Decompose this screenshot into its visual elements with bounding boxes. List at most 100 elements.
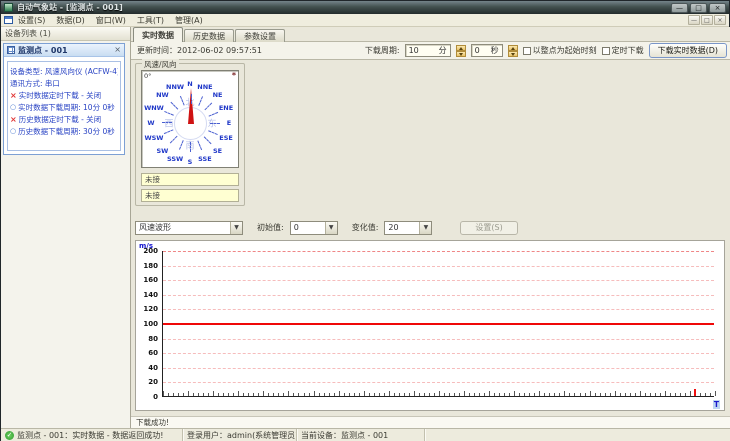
init-value-select[interactable]: 0 ▼ (289, 220, 338, 235)
x-tick (408, 393, 410, 396)
x-tick (459, 393, 461, 396)
compass-dash (210, 123, 220, 124)
timer-download-checkbox[interactable]: 定时下载 (601, 45, 644, 56)
y-tick-label: 160 (143, 276, 158, 285)
maximize-button[interactable]: □ (690, 2, 707, 13)
x-tick (373, 393, 375, 396)
compass-cn-west: 西 (164, 119, 174, 130)
chevron-down-icon[interactable]: ▼ (419, 221, 432, 234)
seconds-stepper[interactable] (507, 44, 518, 57)
device-panel-title[interactable]: 监测点 - 001 × (4, 44, 124, 57)
seconds-unit: 秒 (490, 46, 499, 55)
delta-value-select[interactable]: 20 ▼ (384, 220, 433, 235)
timer-download-checkbox-label: 定时下载 (611, 46, 644, 55)
x-tick (353, 393, 355, 396)
x-tick (589, 391, 591, 396)
x-tick (494, 393, 496, 396)
align-hour-checkbox[interactable]: 以整点为起始时刻 (522, 45, 597, 56)
minutes-down-icon[interactable] (455, 50, 466, 57)
minutes-field[interactable]: 10 分 (404, 44, 451, 57)
device-status-line: 设备类型: 风速风向仪 (ACFW-4) (10, 65, 118, 77)
compass-direction-label: WNW (144, 104, 164, 113)
mdi-child-icon[interactable] (4, 16, 13, 24)
tab[interactable]: 参数设置 (235, 29, 285, 42)
mdi-minimize-button[interactable]: — (688, 15, 700, 25)
x-tick (449, 393, 451, 396)
x-tick (619, 393, 621, 396)
x-tick (529, 393, 531, 396)
align-hour-checkbox-box[interactable] (522, 46, 531, 55)
x-tick (559, 393, 561, 396)
seconds-field[interactable]: 0 秒 (470, 44, 503, 57)
menu-items: 设置(S) 数据(D) 窗口(W) 工具(T) 管理(A) (18, 15, 688, 26)
set-button[interactable]: 设置(S) (460, 220, 518, 235)
chart-time-axis-marker: T (712, 400, 720, 409)
window-title: 自动气象站 - [监测点 - 001] (17, 3, 123, 12)
close-button[interactable]: × (709, 2, 726, 13)
x-tick (258, 393, 260, 396)
device-status-line: × 历史数据定时下载 - 关闭 (10, 113, 118, 125)
device-panel[interactable]: 监测点 - 001 × 设备类型: 风速风向仪 (ACFW-4) 通讯方式: 串口… (3, 43, 125, 155)
minutes-stepper[interactable] (455, 44, 466, 57)
status-user-segment: 登录用户：admin(系统管理员) (183, 429, 297, 441)
x-tick (243, 393, 245, 396)
x-marker-tick (694, 389, 697, 396)
compass-dash (179, 95, 185, 106)
minimize-button[interactable]: — (671, 2, 688, 13)
y-tick-label: 60 (148, 349, 158, 358)
device-name: 监测点 - 001 (18, 45, 68, 55)
x-tick (579, 393, 581, 396)
download-realtime-button[interactable]: 下载实时数据(D) (648, 43, 727, 58)
x-tick (584, 393, 586, 396)
tab[interactable]: 历史数据 (184, 29, 234, 42)
x-tick (649, 393, 651, 396)
x-tick (213, 391, 215, 396)
x-tick (228, 393, 230, 396)
menu-item[interactable]: 管理(A) (175, 15, 203, 26)
x-tick (288, 391, 290, 396)
y-tick-label: 0 (153, 393, 158, 401)
x-tick (223, 393, 225, 396)
title-bar: 自动气象站 - [监测点 - 001] — □ × (1, 1, 729, 14)
x-tick (173, 393, 175, 396)
x-tick (709, 393, 711, 396)
mdi-restore-button[interactable]: □ (701, 15, 713, 25)
gridline (163, 338, 714, 340)
device-status-list: 设备类型: 风速风向仪 (ACFW-4) 通讯方式: 串口 × 实时数据定时下载 - … (7, 61, 121, 151)
compass-direction-label: SE (213, 146, 223, 155)
x-tick (564, 391, 566, 396)
menu-item[interactable]: 窗口(W) (96, 15, 126, 26)
x-tick (308, 393, 310, 396)
chevron-down-icon[interactable]: ▼ (324, 221, 337, 234)
device-grid-icon (7, 46, 15, 54)
compass-dash (191, 94, 192, 104)
x-tick (253, 393, 255, 396)
chevron-down-icon[interactable]: ▼ (230, 221, 242, 234)
status-device-segment: 当前设备：监测点 - 001 (297, 429, 425, 441)
x-tick (423, 393, 425, 396)
panel-close-icon[interactable]: × (114, 46, 121, 54)
logged-in-user: 登录用户：admin(系统管理员) (187, 431, 297, 440)
gridline (163, 309, 714, 311)
x-tick (609, 393, 611, 396)
x-tick (539, 391, 541, 396)
align-hour-checkbox-label: 以整点为起始时刻 (532, 46, 597, 55)
x-tick (318, 393, 320, 396)
compass-direction-label: NNW (166, 82, 185, 91)
waveform-select[interactable]: 风速波形 ▼ (135, 220, 243, 235)
menu-item[interactable]: 工具(T) (137, 15, 164, 26)
timer-download-checkbox-box[interactable] (601, 46, 610, 55)
x-tick (644, 393, 646, 396)
compass-zero-label: 0° (144, 72, 152, 80)
x-tick (514, 391, 516, 396)
seconds-down-icon[interactable] (507, 50, 518, 57)
x-tick (519, 393, 521, 396)
menu-item[interactable]: 设置(S) (18, 15, 45, 26)
x-tick (489, 391, 491, 396)
x-tick (378, 393, 380, 396)
mdi-close-button[interactable]: × (714, 15, 726, 25)
update-time-label: 更新时间： (137, 46, 177, 55)
menu-item[interactable]: 数据(D) (56, 15, 84, 26)
tab[interactable]: 实时数据 (133, 27, 183, 42)
x-tick (474, 393, 476, 396)
